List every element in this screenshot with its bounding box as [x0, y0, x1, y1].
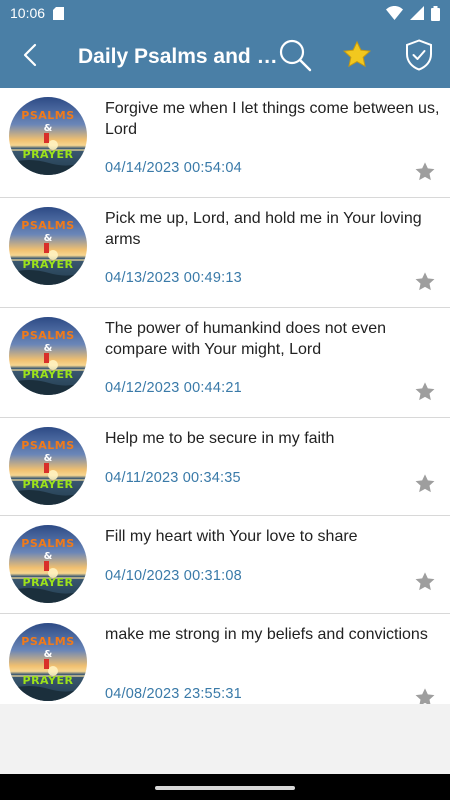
bottom-area — [0, 704, 450, 774]
prayer-title: Fill my heart with Your love to share — [105, 528, 358, 545]
search-icon — [278, 38, 312, 77]
list-item[interactable]: PSALMS & PRAYER Fill my heart with Your lov… — [0, 516, 450, 614]
prayer-date: 04/14/2023 00:54:04 — [105, 160, 242, 176]
navigation-bar — [0, 774, 450, 800]
avatar-title-line2: & — [43, 233, 53, 244]
back-icon — [23, 43, 37, 72]
shield-check-icon — [405, 38, 433, 76]
favorite-star-icon[interactable] — [414, 571, 436, 593]
avatar-title-line3: PRAYER — [22, 478, 74, 491]
back-button[interactable] — [0, 26, 60, 88]
page-title: Daily Psalms and Prayers — [78, 45, 278, 68]
avatar-title-line2: & — [43, 649, 53, 660]
list-item[interactable]: PSALMS & PRAYER make me strong in my belief… — [0, 614, 450, 704]
wifi-icon — [386, 6, 403, 20]
avatar-title-line2: & — [43, 343, 53, 354]
favorite-star-icon[interactable] — [414, 381, 436, 403]
search-button[interactable] — [270, 26, 320, 88]
list-item[interactable]: PSALMS & PRAYER Pick me up, Lord, and hold … — [0, 198, 450, 308]
app-bar: Daily Psalms and Prayers — [0, 26, 450, 88]
favorites-button[interactable] — [332, 26, 382, 88]
favorite-star-icon[interactable] — [414, 473, 436, 495]
status-time: 10:06 — [10, 5, 46, 21]
prayer-list[interactable]: PSALMS & PRAYER Forgive me when I let thing… — [0, 88, 450, 704]
favorite-star-icon[interactable] — [414, 161, 436, 183]
list-item[interactable]: PSALMS & PRAYER Help me to be secure in my … — [0, 418, 450, 516]
avatar-title-line1: PSALMS — [21, 439, 75, 452]
psalms-prayer-logo-avatar: PSALMS & PRAYER — [9, 317, 87, 395]
prayer-title: Pick me up, Lord, and hold me in Your lo… — [105, 210, 422, 248]
avatar-title-line3: PRAYER — [22, 148, 74, 161]
psalms-prayer-logo-avatar: PSALMS & PRAYER — [9, 427, 87, 505]
favorite-star-icon[interactable] — [414, 271, 436, 293]
avatar-title-line1: PSALMS — [21, 219, 75, 232]
list-item[interactable]: PSALMS & PRAYER The power of humankind does… — [0, 308, 450, 418]
prayer-date: 04/13/2023 00:49:13 — [105, 270, 242, 286]
star-icon — [342, 40, 372, 75]
prayer-title: make me strong in my beliefs and convict… — [105, 626, 428, 643]
avatar-title-line2: & — [43, 551, 53, 562]
prayer-title: Forgive me when I let things come betwee… — [105, 100, 440, 138]
signal-icon — [410, 6, 424, 20]
psalms-prayer-logo-avatar: PSALMS & PRAYER — [9, 525, 87, 603]
avatar-title-line1: PSALMS — [21, 109, 75, 122]
avatar-title-line1: PSALMS — [21, 329, 75, 342]
psalms-prayer-logo-avatar: PSALMS & PRAYER — [9, 97, 87, 175]
avatar-title-line2: & — [43, 453, 53, 464]
list-item[interactable]: PSALMS & PRAYER Forgive me when I let thing… — [0, 88, 450, 198]
avatar-title-line1: PSALMS — [21, 537, 75, 550]
status-bar: 10:06 — [0, 0, 450, 26]
avatar-title-line3: PRAYER — [22, 576, 74, 589]
avatar-title-line1: PSALMS — [21, 635, 75, 648]
psalms-prayer-logo-avatar: PSALMS & PRAYER — [9, 623, 87, 701]
avatar-title-line2: & — [43, 123, 53, 134]
avatar-title-line3: PRAYER — [22, 674, 74, 687]
prayer-date: 04/08/2023 23:55:31 — [105, 686, 242, 702]
psalms-prayer-logo-avatar: PSALMS & PRAYER — [9, 207, 87, 285]
battery-icon — [431, 5, 440, 21]
avatar-title-line3: PRAYER — [22, 258, 74, 271]
prayer-date: 04/12/2023 00:44:21 — [105, 380, 242, 396]
privacy-button[interactable] — [394, 26, 444, 88]
prayer-title: The power of humankind does not even com… — [105, 320, 387, 358]
prayer-date: 04/10/2023 00:31:08 — [105, 568, 242, 584]
sd-card-icon — [53, 6, 65, 20]
avatar-title-line3: PRAYER — [22, 368, 74, 381]
favorite-star-icon[interactable] — [414, 687, 436, 704]
home-gesture-bar[interactable] — [155, 786, 295, 790]
prayer-date: 04/11/2023 00:34:35 — [105, 470, 241, 486]
prayer-title: Help me to be secure in my faith — [105, 430, 335, 447]
